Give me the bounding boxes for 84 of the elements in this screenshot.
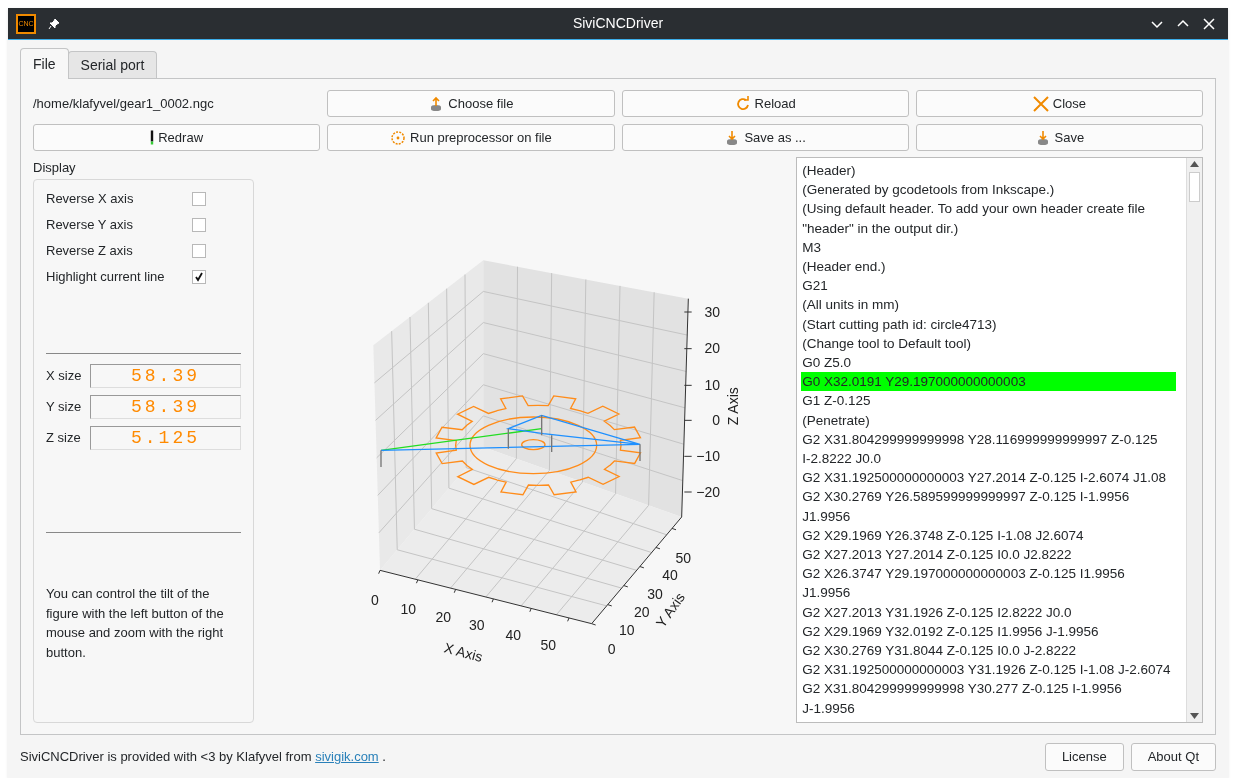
code-line[interactable]: G2 X31.804299999999998 Y30.277 Z-0.125 I-1.9956 J-1.9956 xyxy=(801,679,1176,718)
lcd-display: 58.39 xyxy=(90,395,241,419)
code-line[interactable]: G1 Z-0.125 xyxy=(801,391,1176,411)
tick-label: 0 xyxy=(712,412,721,428)
code-line[interactable]: G2 X31.804299999999998 Y28.116999999999997 Z-0.125 I-2.8222 J0.0 xyxy=(801,429,1176,469)
tick-label: 30 xyxy=(647,585,663,602)
pin-icon[interactable] xyxy=(48,17,60,30)
save-as-button[interactable]: Save as ... xyxy=(621,124,909,151)
checkbox[interactable] xyxy=(192,191,206,206)
about-qt-button[interactable]: About Qt xyxy=(1130,742,1216,771)
code-line[interactable]: G2 X27.2013 Y27.2014 Z-0.125 I0.0 J2.8222 xyxy=(801,545,1176,565)
close-icon xyxy=(1032,95,1049,112)
code-line[interactable]: (Penetrate) xyxy=(801,410,1176,430)
size-label: X size xyxy=(46,367,83,386)
checkbox-label: Reverse Z axis xyxy=(46,241,134,260)
tick-label: 10 xyxy=(400,600,417,617)
size-label: Y size xyxy=(46,398,83,417)
tab[interactable]: File xyxy=(20,48,69,79)
tick-label: −20 xyxy=(696,483,721,500)
tick-label: 30 xyxy=(704,303,721,320)
license-button[interactable]: License xyxy=(1044,742,1124,771)
tick-label: 50 xyxy=(675,550,692,566)
scroll-up-icon[interactable] xyxy=(1190,161,1199,167)
tick-label: 10 xyxy=(618,622,635,639)
code-line[interactable]: (Generated by gcodetools from Inkscape.) xyxy=(801,180,1176,200)
tick-label: 30 xyxy=(468,617,485,634)
redraw-button[interactable]: Redraw xyxy=(33,124,321,151)
lcd-display: 5.125 xyxy=(90,426,241,450)
axis-title: X Axis xyxy=(442,639,485,665)
scrollbar[interactable] xyxy=(1186,158,1202,722)
gear-icon xyxy=(390,129,407,146)
reload-button[interactable]: Reload xyxy=(621,90,909,117)
checkbox[interactable] xyxy=(192,217,206,232)
tick-label: 40 xyxy=(662,567,678,584)
pen-icon xyxy=(150,130,155,145)
checkbox[interactable] xyxy=(192,269,206,284)
checkbox-label: Highlight current line xyxy=(46,267,166,286)
axis-title: Z Axis xyxy=(725,387,742,426)
website-link[interactable]: sivigik.com xyxy=(315,748,379,764)
code-line[interactable]: (All units in mm) xyxy=(801,295,1176,315)
file-path: /home/klafyvel/gear1_0002.ngc xyxy=(33,95,215,113)
scroll-down-icon[interactable] xyxy=(1190,713,1199,719)
tick-label: 50 xyxy=(540,637,557,654)
checkbox-label: Reverse X axis xyxy=(46,189,135,208)
tick-label: 40 xyxy=(505,627,522,644)
tick-label: 0 xyxy=(607,641,616,658)
code-line[interactable]: (Change tool to Default tool) xyxy=(801,333,1176,354)
code-line[interactable]: G2 X29.1969 Y26.3748 Z-0.125 I-1.08 J2.6074 xyxy=(801,525,1176,546)
choose-file-button[interactable]: Choose file xyxy=(327,90,615,117)
code-line[interactable]: G2 X29.1969 Y32.0192 Z-0.125 I1.9956 J-1.9956 xyxy=(801,621,1176,642)
tick-label: 20 xyxy=(435,609,452,625)
tick-label: 20 xyxy=(704,340,721,357)
preprocessor-button[interactable]: Run preprocessor on file xyxy=(327,124,615,151)
code-line[interactable]: (Header end.) xyxy=(801,257,1176,277)
code-line[interactable]: (Using default header. To add your own header create file "header" in the output dir.) xyxy=(801,199,1176,238)
credits-text: SiviCNCDriver is provided with <3 by Klafyvel from sivigik.com . xyxy=(20,747,386,766)
code-line[interactable]: G2 X31.192500000000003 Y31.1926 Z-0.125 I-1.08 J-2.6074 xyxy=(801,660,1176,680)
tick-label: −10 xyxy=(696,448,721,464)
tick-label: 0 xyxy=(371,592,379,609)
close-button[interactable]: Close xyxy=(915,90,1203,117)
code-line[interactable]: (Header) xyxy=(801,161,1176,181)
code-line[interactable]: G2 X30.2769 Y26.589599999999997 Z-0.125 I-1.9956 J1.9956 xyxy=(801,487,1176,526)
window-title: SiviCNCDriver xyxy=(572,14,664,33)
close-icon[interactable] xyxy=(1202,16,1216,31)
code-line[interactable]: G2 X31.192500000000003 Y27.2014 Z-0.125 I-2.6074 J1.08 xyxy=(801,468,1176,488)
code-line[interactable]: G2 X26.3747 Y29.197000000000003 Z-0.125 I1.9956 J1.9956 xyxy=(801,564,1176,603)
checkbox[interactable] xyxy=(192,243,206,258)
tab[interactable]: Serial port xyxy=(67,51,158,78)
code-line[interactable]: G0 Z5.0 xyxy=(801,353,1176,373)
scrollbar-thumb[interactable] xyxy=(1189,172,1200,202)
help-text: You can control the tilt of the figure with the left button of the mouse and zoom with the right button. xyxy=(46,585,225,662)
code-line[interactable]: G2 X27.2013 Y31.1926 Z-0.125 I2.8222 J0.0 xyxy=(801,602,1176,622)
tick-label: 10 xyxy=(704,377,721,393)
code-line[interactable]: G2 X30.2769 Y31.8044 Z-0.125 I0.0 J-2.8222 xyxy=(801,641,1176,661)
code-line[interactable]: M3 xyxy=(801,237,1176,257)
reload-icon xyxy=(734,95,751,112)
group-title: Display xyxy=(33,159,77,177)
size-label: Z size xyxy=(46,429,82,448)
lcd-display: 58.39 xyxy=(90,364,241,388)
code-line[interactable]: (Start cutting path id: circle4713) xyxy=(801,314,1176,334)
checkbox-label: Reverse Y axis xyxy=(46,215,134,234)
save-button[interactable]: Save xyxy=(915,124,1203,151)
tick-label: 20 xyxy=(633,604,650,620)
code-line[interactable]: G21 xyxy=(801,276,1176,296)
